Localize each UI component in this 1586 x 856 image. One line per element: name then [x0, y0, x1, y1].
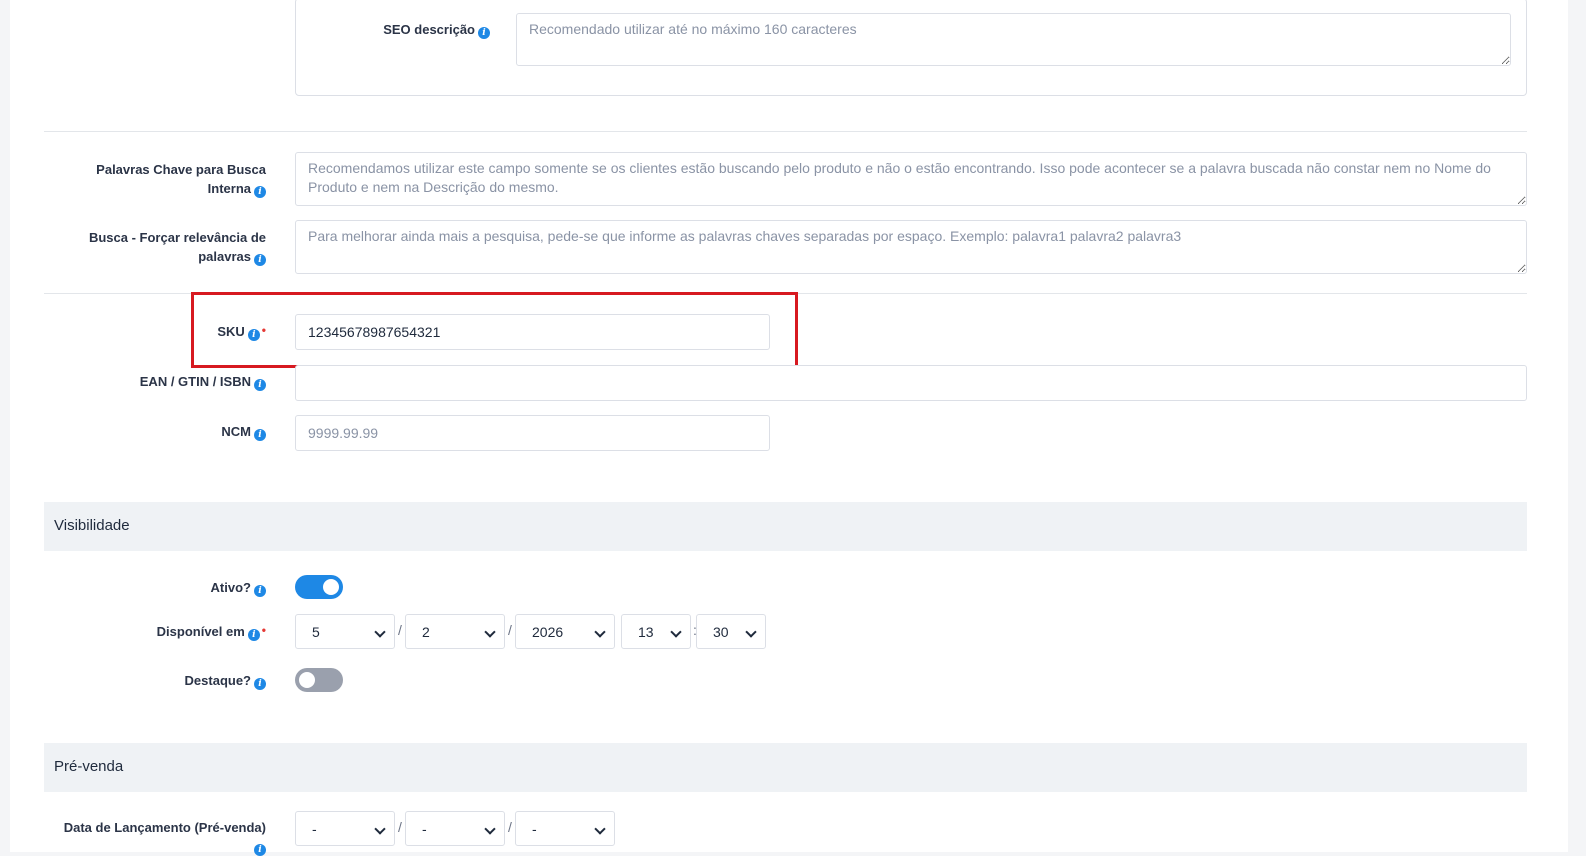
chevron-down-icon [484, 626, 496, 638]
featured-toggle[interactable] [295, 668, 343, 692]
featured-label: Destaque? i [50, 671, 266, 690]
section-title: Visibilidade [54, 517, 130, 534]
toggle-knob [299, 672, 315, 688]
ean-label: EAN / GTIN / ISBN i [50, 372, 266, 391]
product-form-card: SEO descriçãoi Palavras Chave para Busca… [10, 0, 1568, 856]
sku-highlight-box [191, 292, 798, 368]
chevron-down-icon [374, 823, 386, 835]
select-value: 30 [713, 624, 729, 640]
info-icon[interactable]: i [254, 844, 266, 856]
launch-day-select[interactable]: - [295, 811, 395, 846]
info-icon[interactable]: i [254, 186, 266, 198]
launch-year-select[interactable]: - [515, 811, 615, 846]
info-icon[interactable]: i [254, 585, 266, 597]
available-hour-select[interactable]: 13 [621, 614, 691, 649]
date-separator: / [508, 622, 512, 638]
ncm-input[interactable] [295, 415, 770, 451]
select-value: 13 [638, 624, 654, 640]
search-keywords-label: Palavras Chave para Busca Interna i [96, 162, 266, 198]
select-value: 2026 [532, 624, 564, 640]
date-separator: / [398, 622, 402, 638]
active-label: Ativo? i [50, 578, 266, 597]
presale-section-header: Pré-venda [44, 743, 1527, 792]
chevron-down-icon [670, 626, 682, 638]
launch-month-select[interactable]: - [405, 811, 505, 846]
select-value: - [312, 821, 317, 837]
info-icon[interactable]: i [254, 254, 266, 266]
visibility-section-header: Visibilidade [44, 502, 1527, 551]
available-label: Disponível em i • [156, 623, 266, 641]
launch-date-label: Data de Lançamento (Pré-venda)i [63, 820, 266, 856]
search-keywords-input[interactable] [295, 152, 1527, 206]
seo-description-label: SEO descrição i [300, 20, 490, 39]
chevron-down-icon [594, 823, 606, 835]
info-icon[interactable]: i [254, 429, 266, 441]
seo-description-input[interactable] [516, 13, 1511, 66]
active-toggle[interactable] [295, 575, 343, 599]
available-day-select[interactable]: 5 [295, 614, 395, 649]
date-separator: / [508, 819, 512, 835]
info-icon[interactable]: i [254, 379, 266, 391]
info-icon[interactable]: i [478, 27, 490, 39]
section-title: Pré-venda [54, 758, 124, 775]
select-value: 2 [422, 624, 430, 640]
date-separator: / [398, 819, 402, 835]
available-minute-select[interactable]: 30 [696, 614, 766, 649]
toggle-knob [323, 579, 339, 595]
chevron-down-icon [745, 626, 757, 638]
ean-input[interactable] [295, 365, 1527, 401]
info-icon[interactable]: i [247, 629, 260, 641]
chevron-down-icon [484, 823, 496, 835]
select-value: - [532, 821, 537, 837]
required-marker: • [261, 623, 266, 637]
select-value: 5 [312, 624, 320, 640]
search-relevance-input[interactable] [295, 220, 1527, 274]
select-value: - [422, 821, 427, 837]
available-month-select[interactable]: 2 [405, 614, 505, 649]
ncm-label: NCM i [50, 422, 266, 441]
available-year-select[interactable]: 2026 [515, 614, 615, 649]
chevron-down-icon [594, 626, 606, 638]
info-icon[interactable]: i [254, 678, 266, 690]
search-relevance-label: Busca - Forçar relevância de palavras i [88, 230, 266, 266]
divider [44, 131, 1527, 132]
chevron-down-icon [374, 626, 386, 638]
